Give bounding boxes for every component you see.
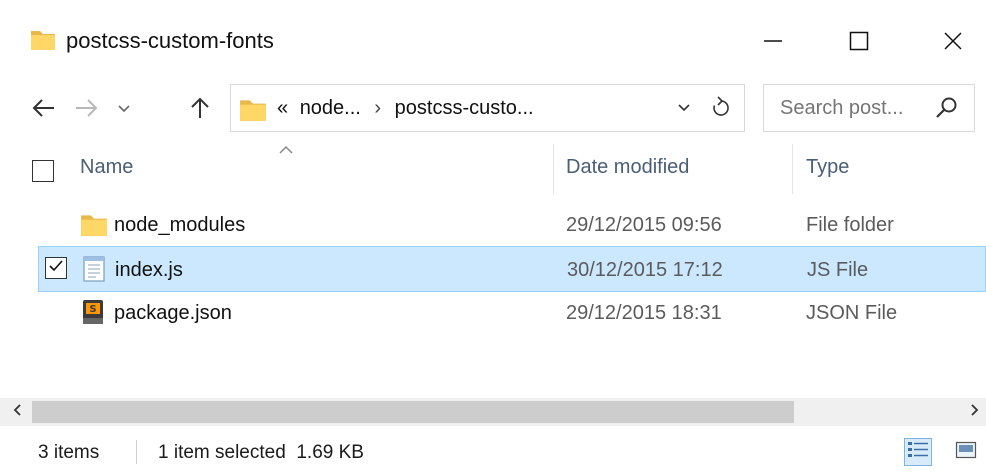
file-type: File folder [806, 214, 894, 236]
scroll-left-button[interactable] [6, 402, 28, 422]
arrow-up-icon [189, 96, 211, 125]
arrow-right-icon [74, 98, 98, 123]
close-button[interactable] [920, 14, 986, 68]
file-row-node-modules[interactable]: node_modules 29/12/2015 09:56 File folde… [38, 202, 986, 248]
address-history-dropdown[interactable] [671, 95, 697, 123]
js-file-icon [81, 255, 107, 288]
file-row-index-js[interactable]: index.js 30/12/2015 17:12 JS File [38, 246, 986, 292]
column-header-date-modified[interactable]: Date modified [566, 156, 689, 179]
folder-icon [239, 95, 267, 128]
chevron-right-icon[interactable]: › [374, 97, 381, 119]
refresh-icon [711, 95, 731, 123]
file-date: 29/12/2015 09:56 [566, 214, 722, 236]
search-box[interactable] [763, 84, 975, 132]
sublime-file-icon: S [80, 298, 106, 331]
file-name: node_modules [114, 214, 246, 236]
title-bar: postcss-custom-fonts [0, 0, 986, 80]
selection-info: 1 item selected 1.69 KB [158, 442, 364, 463]
caret-right-icon [970, 403, 980, 422]
file-type: JS File [807, 259, 869, 281]
file-date: 29/12/2015 18:31 [566, 302, 722, 324]
breadcrumb: « node... › postcss-custo... [277, 97, 534, 120]
details-view-button[interactable] [904, 438, 932, 466]
select-all-checkbox[interactable] [32, 160, 54, 182]
maximize-button[interactable] [826, 14, 892, 68]
chevron-down-icon [117, 101, 131, 119]
scrollbar-thumb[interactable] [32, 401, 794, 423]
file-type: JSON File [806, 302, 898, 324]
address-bar[interactable]: « node... › postcss-custo... [230, 84, 745, 132]
breadcrumb-segment[interactable]: node... [300, 97, 361, 119]
item-count: 3 items [38, 442, 100, 463]
status-divider [136, 440, 137, 464]
row-checkbox[interactable] [45, 257, 67, 279]
file-name: package.json [114, 302, 232, 324]
search-input[interactable] [780, 97, 930, 120]
file-name: index.js [115, 259, 183, 281]
back-button[interactable] [28, 88, 60, 132]
up-button[interactable] [184, 88, 216, 132]
navigation-bar: « node... › postcss-custo... [0, 80, 986, 140]
sort-ascending-icon [278, 142, 294, 160]
details-view-icon [907, 440, 929, 465]
column-header-name[interactable]: Name [80, 156, 133, 179]
column-headers: Name Date modified Type [0, 140, 986, 194]
status-bar: 3 items 1 item selected 1.69 KB [0, 430, 986, 472]
search-icon[interactable] [934, 95, 960, 126]
refresh-button[interactable] [705, 93, 737, 125]
scroll-right-button[interactable] [964, 402, 986, 422]
recent-locations-button[interactable] [110, 88, 138, 132]
folder-icon [80, 210, 108, 243]
breadcrumb-segment[interactable]: postcss-custo... [395, 97, 534, 119]
checkmark-icon [48, 259, 64, 278]
large-icons-view-button[interactable] [952, 438, 980, 466]
arrow-left-icon [32, 98, 56, 123]
minimize-button[interactable] [740, 14, 806, 68]
forward-button[interactable] [70, 88, 102, 132]
file-date: 30/12/2015 17:12 [567, 259, 723, 281]
folder-icon [30, 26, 56, 57]
column-divider[interactable] [792, 144, 793, 194]
large-icons-view-icon [955, 440, 977, 465]
column-divider[interactable] [553, 144, 554, 194]
window-title: postcss-custom-fonts [66, 28, 274, 53]
breadcrumb-overflow[interactable]: « [277, 97, 288, 119]
svg-text:S: S [89, 304, 96, 315]
column-header-type[interactable]: Type [806, 156, 849, 179]
file-row-package-json[interactable]: S package.json 29/12/2015 18:31 JSON Fil… [38, 290, 986, 336]
chevron-down-icon [677, 100, 691, 118]
caret-left-icon [12, 403, 22, 422]
horizontal-scrollbar[interactable] [0, 398, 986, 426]
